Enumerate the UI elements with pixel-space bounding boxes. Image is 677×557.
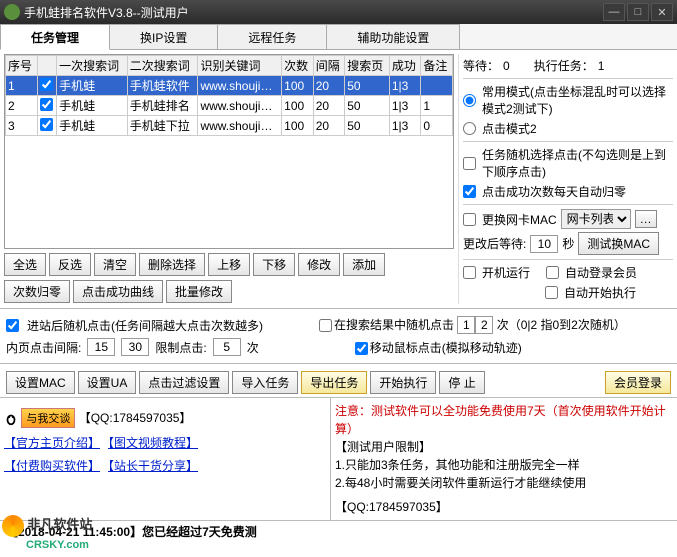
col-header[interactable]: 识别关键词 bbox=[198, 56, 282, 76]
after-wait-input[interactable] bbox=[530, 235, 558, 253]
random-click-chk[interactable] bbox=[463, 157, 476, 170]
task-table[interactable]: 序号一次搜索词二次搜索词识别关键词次数间隔搜索页成功备注 1手机蛙手机蛙软件ww… bbox=[4, 54, 454, 249]
status-row: 等待：0 执行任务：1 bbox=[463, 57, 673, 74]
col-header[interactable]: 次数 bbox=[282, 56, 314, 76]
login-btn[interactable]: 会员登录 bbox=[605, 371, 671, 394]
col-header[interactable]: 备注 bbox=[421, 56, 453, 76]
mode1-label: 常用模式(点击坐标混乱时可以选择模式2测试下) bbox=[482, 83, 673, 117]
btn-批量修改[interactable]: 批量修改 bbox=[166, 280, 232, 303]
auto-zero-chk[interactable] bbox=[463, 185, 476, 198]
tab-ip-settings[interactable]: 换IP设置 bbox=[109, 24, 218, 49]
set-ua-btn[interactable]: 设置UA bbox=[78, 371, 137, 394]
table-buttons-2: 次数归零点击成功曲线批量修改 bbox=[4, 280, 454, 303]
table-row[interactable]: 1手机蛙手机蛙软件www.shouji…10020501|3 bbox=[6, 76, 453, 96]
btn-全选[interactable]: 全选 bbox=[4, 253, 46, 276]
autologin-chk[interactable] bbox=[546, 266, 559, 279]
stop-btn[interactable]: 停 止 bbox=[439, 371, 484, 394]
window-title: 手机蛙排名软件V3.8--测试用户 bbox=[24, 4, 603, 21]
col-header[interactable] bbox=[37, 56, 57, 76]
gap2-input[interactable] bbox=[121, 338, 149, 356]
info-left: 与我交谈 【QQ:1784597035】 【官方主页介绍】【图文视频教程】 【付… bbox=[0, 398, 330, 520]
close-button[interactable]: ✕ bbox=[651, 3, 673, 21]
watermark-logo: 非凡软件站 CRSKY.com bbox=[2, 514, 92, 551]
col-header[interactable]: 成功 bbox=[389, 56, 421, 76]
btn-清空[interactable]: 清空 bbox=[94, 253, 136, 276]
link-tutorial[interactable]: 【图文视频教程】 bbox=[108, 436, 198, 450]
col-header[interactable]: 一次搜索词 bbox=[57, 56, 128, 76]
qq-icon bbox=[4, 412, 18, 426]
btn-下移[interactable]: 下移 bbox=[253, 253, 295, 276]
link-share[interactable]: 【站长干货分享】 bbox=[108, 459, 198, 473]
table-row[interactable]: 2手机蛙手机蛙排名www.shouji…10020501|31 bbox=[6, 96, 453, 116]
mac-list-btn[interactable]: … bbox=[635, 210, 657, 228]
search-random-chk[interactable] bbox=[319, 319, 332, 332]
col-header[interactable]: 序号 bbox=[6, 56, 38, 76]
gap1-input[interactable] bbox=[87, 338, 115, 356]
s1-input[interactable] bbox=[457, 316, 475, 334]
test-mac-btn[interactable]: 测试换MAC bbox=[578, 232, 659, 255]
tab-aux-settings[interactable]: 辅助功能设置 bbox=[326, 24, 460, 49]
status-bar: 【2018-04-21 11:45:00】您已经超过7天免费测 bbox=[0, 520, 677, 542]
autostart-chk[interactable] bbox=[545, 286, 558, 299]
app-icon bbox=[4, 4, 20, 20]
btn-修改[interactable]: 修改 bbox=[298, 253, 340, 276]
col-header[interactable]: 间隔 bbox=[313, 56, 345, 76]
mode2-label: 点击模式2 bbox=[482, 120, 537, 137]
minimize-button[interactable]: — bbox=[603, 3, 625, 21]
qq-chat-badge[interactable]: 与我交谈 bbox=[21, 408, 75, 428]
mac-combo[interactable]: 网卡列表 bbox=[561, 209, 631, 229]
btn-点击成功曲线[interactable]: 点击成功曲线 bbox=[73, 280, 163, 303]
btn-次数归零[interactable]: 次数归零 bbox=[4, 280, 70, 303]
col-header[interactable]: 二次搜索词 bbox=[127, 56, 198, 76]
table-row[interactable]: 3手机蛙手机蛙下拉www.shouji…10020501|30 bbox=[6, 116, 453, 136]
main-tabs: 任务管理 换IP设置 远程任务 辅助功能设置 bbox=[0, 24, 677, 50]
mode2-radio[interactable] bbox=[463, 122, 476, 135]
info-right: 注意：测试软件可以全功能免费使用7天（首次使用软件开始计算） 【测试用户限制】 … bbox=[330, 398, 677, 520]
link-home[interactable]: 【官方主页介绍】 bbox=[4, 436, 100, 450]
mac-chk[interactable] bbox=[463, 213, 476, 226]
limit-input[interactable] bbox=[213, 338, 241, 356]
move-mouse-chk[interactable] bbox=[355, 342, 368, 355]
filter-btn[interactable]: 点击过滤设置 bbox=[139, 371, 229, 394]
table-buttons-1: 全选反选清空删除选择上移下移修改添加 bbox=[4, 253, 454, 276]
enter-random-chk[interactable] bbox=[6, 319, 19, 332]
link-buy[interactable]: 【付费购买软件】 bbox=[4, 459, 100, 473]
btn-添加[interactable]: 添加 bbox=[343, 253, 385, 276]
boot-chk[interactable] bbox=[463, 266, 476, 279]
btn-删除选择[interactable]: 删除选择 bbox=[139, 253, 205, 276]
mode1-radio[interactable] bbox=[463, 94, 476, 107]
s2-input[interactable] bbox=[475, 316, 493, 334]
import-btn[interactable]: 导入任务 bbox=[232, 371, 298, 394]
set-mac-btn[interactable]: 设置MAC bbox=[6, 371, 75, 394]
tab-remote-task[interactable]: 远程任务 bbox=[217, 24, 327, 49]
btn-反选[interactable]: 反选 bbox=[49, 253, 91, 276]
swirl-icon bbox=[2, 515, 24, 537]
export-btn[interactable]: 导出任务 bbox=[301, 371, 367, 394]
tab-task-manage[interactable]: 任务管理 bbox=[0, 24, 110, 50]
start-btn[interactable]: 开始执行 bbox=[370, 371, 436, 394]
col-header[interactable]: 搜索页 bbox=[345, 56, 390, 76]
titlebar: 手机蛙排名软件V3.8--测试用户 — □ ✕ bbox=[0, 0, 677, 24]
maximize-button[interactable]: □ bbox=[627, 3, 649, 21]
btn-上移[interactable]: 上移 bbox=[208, 253, 250, 276]
